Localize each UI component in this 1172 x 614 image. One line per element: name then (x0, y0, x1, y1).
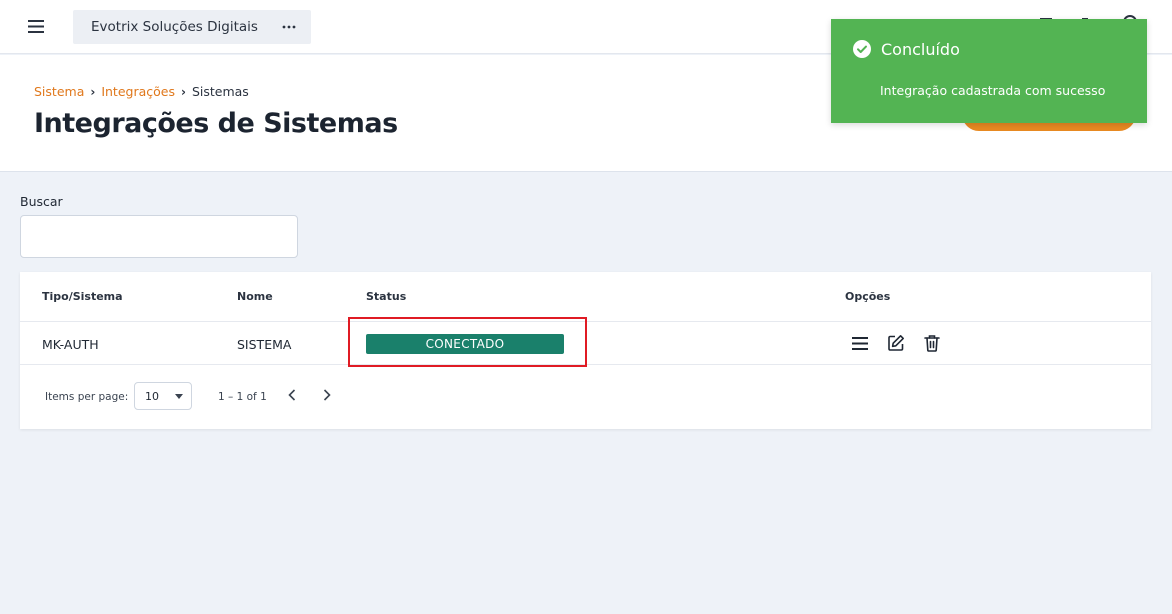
chevron-right-icon[interactable] (317, 384, 337, 406)
success-toast[interactable]: Concluído Integração cadastrada com suce… (831, 19, 1147, 123)
toast-title: Concluído (881, 40, 960, 59)
more-horizontal-icon[interactable] (269, 10, 309, 44)
paginator: Items per page: 10 1 – 1 of 1 (20, 366, 1151, 429)
table-header: Tipo/Sistema Nome Status Opções (20, 272, 1151, 322)
toast-message: Integração cadastrada com sucesso (880, 83, 1106, 98)
status-badge: CONECTADO (366, 334, 564, 354)
page-size-value: 10 (145, 389, 159, 403)
page-title: Integrações de Sistemas (34, 108, 398, 139)
list-icon[interactable] (849, 332, 871, 354)
table-row: MK-AUTH SISTEMA CONECTADO (20, 323, 1151, 365)
trash-icon[interactable] (921, 332, 943, 354)
items-per-page-label: Items per page: (45, 391, 129, 403)
caret-down-icon (175, 394, 183, 399)
chevron-right-icon: › (180, 84, 186, 99)
hamburger-menu-icon[interactable] (24, 14, 48, 38)
column-header-tipo: Tipo/Sistema (42, 290, 123, 303)
search-label: Buscar (20, 194, 63, 209)
company-name: Evotrix Soluções Digitais (91, 19, 258, 35)
column-header-status: Status (366, 290, 407, 303)
check-circle-icon (853, 40, 871, 58)
integrations-table: Tipo/Sistema Nome Status Opções MK-AUTH … (20, 272, 1151, 429)
search-input[interactable] (20, 215, 298, 258)
page-range: 1 – 1 of 1 (218, 391, 267, 403)
breadcrumb-sistemas: Sistemas (191, 84, 249, 99)
breadcrumb: Sistema › Integrações › Sistemas (34, 84, 249, 99)
breadcrumb-sistema[interactable]: Sistema (34, 84, 84, 99)
breadcrumb-integracoes[interactable]: Integrações (101, 84, 175, 99)
column-header-opcoes: Opções (845, 290, 891, 303)
edit-icon[interactable] (885, 332, 907, 354)
column-header-nome: Nome (237, 290, 273, 303)
cell-tipo: MK-AUTH (42, 337, 99, 352)
chevron-right-icon: › (90, 84, 96, 99)
page-size-select[interactable]: 10 (134, 382, 192, 410)
chevron-left-icon[interactable] (282, 384, 302, 406)
cell-nome: SISTEMA (237, 337, 292, 352)
company-selector[interactable]: Evotrix Soluções Digitais (73, 10, 311, 44)
